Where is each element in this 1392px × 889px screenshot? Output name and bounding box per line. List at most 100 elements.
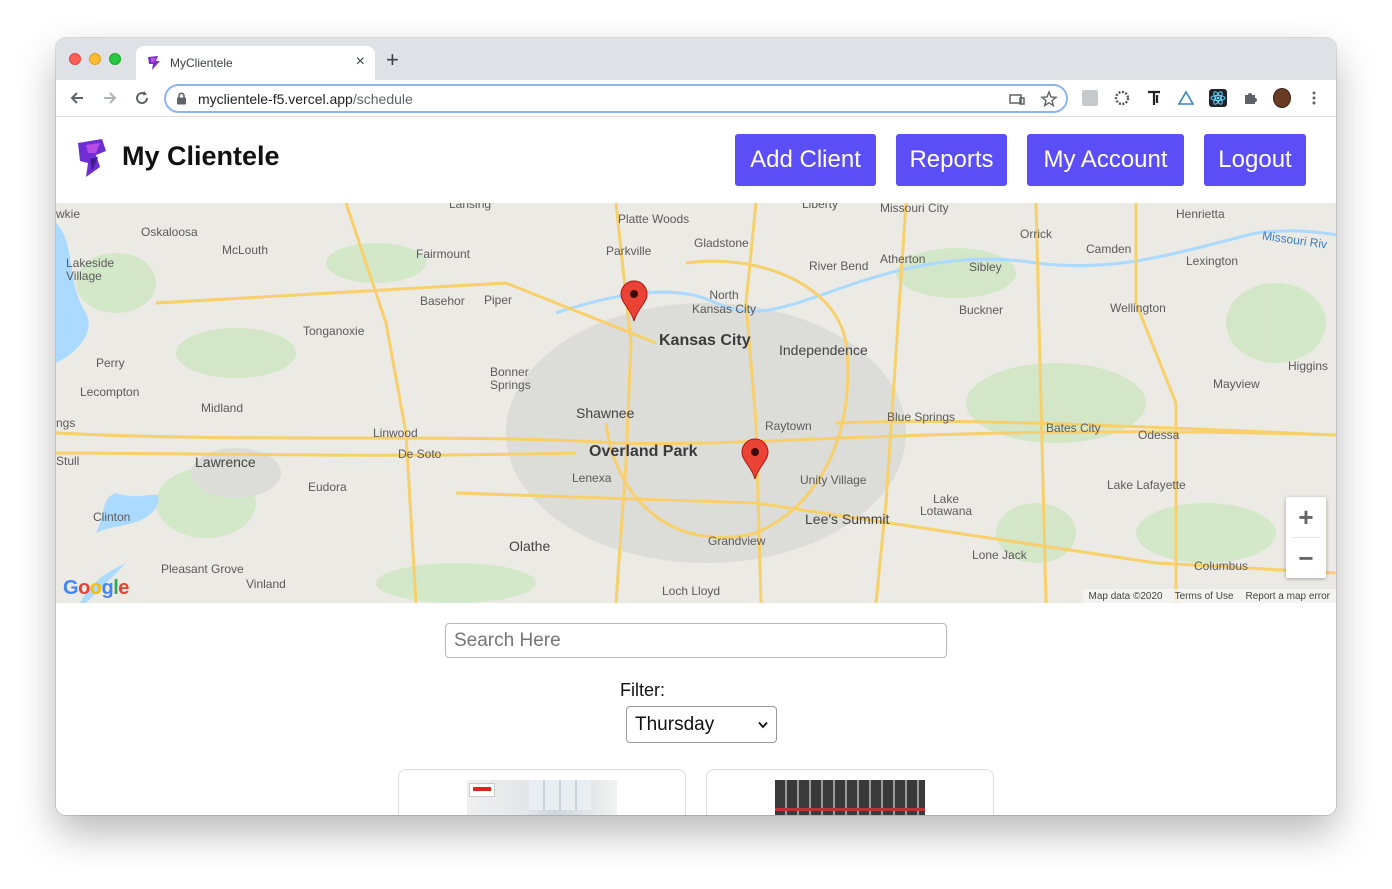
map-label: Olathe <box>509 538 551 554</box>
zoom-control: + − <box>1286 497 1326 578</box>
map-label: Vinland <box>246 577 286 591</box>
map-label: Blue Springs <box>887 410 956 424</box>
map-label: ngs <box>56 416 76 430</box>
google-logo[interactable]: Google <box>63 577 129 600</box>
brand-logo-icon <box>78 139 106 177</box>
map-label: Perry <box>96 356 125 370</box>
map-label: Shawnee <box>576 405 635 421</box>
map-label: Sibley <box>969 260 1002 274</box>
react-devtools-icon[interactable] <box>1209 89 1227 107</box>
tab-strip: MyClientele × + <box>56 38 1336 80</box>
brand-name[interactable]: My Clientele <box>122 141 280 172</box>
map-label: Odessa <box>1138 428 1180 442</box>
browser-tab[interactable]: MyClientele × <box>136 46 375 80</box>
map-label: Clinton <box>93 510 131 524</box>
map-label: Mayview <box>1213 377 1260 391</box>
reload-icon[interactable] <box>131 87 153 109</box>
map-label: Oskaloosa <box>141 225 198 239</box>
map-label: Lone Jack <box>972 548 1027 562</box>
maximize-window-button[interactable] <box>109 53 121 65</box>
map[interactable]: Kansas City Overland Park Independence S… <box>56 203 1336 603</box>
zoom-in-button[interactable]: + <box>1286 497 1326 537</box>
map-label: De Soto <box>398 447 442 461</box>
browser-window: MyClientele × + myclientele-f5.vercel.ap… <box>56 38 1336 815</box>
client-card[interactable] <box>706 769 994 815</box>
map-label: Atherton <box>880 252 926 266</box>
map-label: Missouri City <box>880 203 949 215</box>
map-label: Pleasant Grove <box>161 562 244 576</box>
map-label: River Bend <box>809 259 869 273</box>
map-label: Bonner Springs <box>490 365 531 392</box>
client-card[interactable] <box>398 769 686 815</box>
map-label: North Kansas City <box>692 288 757 316</box>
map-label: Lansing <box>449 203 492 211</box>
tab-close-icon[interactable]: × <box>356 53 365 71</box>
browser-menu-icon[interactable] <box>1305 89 1323 107</box>
terms-of-use-link[interactable]: Terms of Use <box>1175 591 1234 602</box>
profile-avatar[interactable] <box>1273 88 1291 108</box>
browser-toolbar: myclientele-f5.vercel.app/schedule <box>56 80 1336 117</box>
extension-3-icon[interactable] <box>1145 89 1163 107</box>
extension-4-icon[interactable] <box>1177 89 1195 107</box>
report-map-error-link[interactable]: Report a map error <box>1246 591 1330 602</box>
filter-label: Filter: <box>620 680 665 700</box>
map-label: Liberty <box>802 203 839 211</box>
map-label: Orrick <box>1020 227 1052 241</box>
map-label: Lee's Summit <box>805 511 890 527</box>
map-label: Wellington <box>1110 301 1166 315</box>
map-tiles <box>56 203 1336 603</box>
map-label: Eudora <box>308 480 347 494</box>
extensions-puzzle-icon[interactable] <box>1241 89 1259 107</box>
map-label: Lake Lafayette <box>1107 478 1186 492</box>
map-label: Stull <box>56 454 80 468</box>
map-label: Gladstone <box>694 236 749 250</box>
zoom-in-icon: + <box>1298 501 1314 532</box>
close-window-button[interactable] <box>69 53 81 65</box>
map-label: Midland <box>201 401 244 415</box>
day-filter-select[interactable]: Thursday <box>626 706 777 743</box>
map-label: Buckner <box>959 303 1004 317</box>
map-label: Lawrence <box>195 454 256 470</box>
map-label: Piper <box>484 293 513 307</box>
map-label: Lexington <box>1186 254 1239 268</box>
map-label: Loch Lloyd <box>662 584 721 598</box>
search-input[interactable] <box>445 623 947 658</box>
map-label: Unity Village <box>800 473 867 487</box>
extension-1-icon[interactable] <box>1081 89 1099 107</box>
map-label: Grandview <box>708 534 766 548</box>
zoom-out-button[interactable]: − <box>1286 538 1326 578</box>
map-label: Raytown <box>765 419 812 433</box>
extension-2-icon[interactable] <box>1113 89 1131 107</box>
filter-selected-value: Thursday <box>635 713 715 735</box>
my-account-button[interactable]: My Account <box>1027 134 1184 186</box>
map-label: Linwood <box>373 426 418 440</box>
install-app-icon[interactable] <box>1008 90 1026 108</box>
map-label: Tonganoxie <box>303 324 365 338</box>
url-domain: myclientele-f5.vercel.app <box>198 91 353 107</box>
address-bar[interactable]: myclientele-f5.vercel.app/schedule <box>164 84 1068 113</box>
client-photo <box>775 780 925 815</box>
minimize-window-button[interactable] <box>89 53 101 65</box>
page: My Clientele Add Client Reports My Accou… <box>56 117 1336 815</box>
bookmark-star-icon[interactable] <box>1040 90 1058 108</box>
forward-icon[interactable] <box>99 87 121 109</box>
tab-title: MyClientele <box>170 56 233 70</box>
map-label: wkie <box>56 207 81 221</box>
logout-button[interactable]: Logout <box>1204 134 1306 186</box>
sign-graphic <box>469 783 495 797</box>
map-label: Overland Park <box>589 443 698 460</box>
map-label: Platte Woods <box>618 212 690 226</box>
map-label: Lenexa <box>572 471 612 485</box>
app-logo-icon <box>148 56 160 70</box>
client-photo <box>467 780 617 815</box>
add-client-button[interactable]: Add Client <box>735 134 876 186</box>
window-graphic <box>529 780 591 810</box>
map-label: Camden <box>1086 242 1132 256</box>
stripe-graphic <box>775 808 925 811</box>
back-icon[interactable] <box>66 87 88 109</box>
map-footer: Map data ©2020 Terms of Use Report a map… <box>1082 589 1336 603</box>
new-tab-button[interactable]: + <box>386 49 399 71</box>
map-label: Lake Lotawana <box>920 492 973 518</box>
lock-icon <box>177 92 186 105</box>
reports-button[interactable]: Reports <box>896 134 1007 186</box>
